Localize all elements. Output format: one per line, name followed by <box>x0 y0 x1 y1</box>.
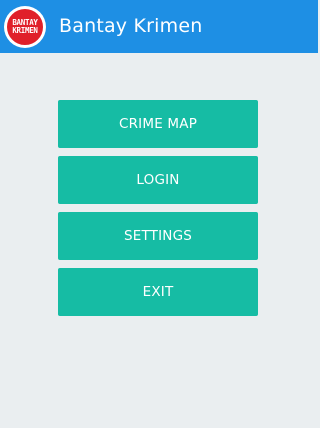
bantay-krimen-logo-icon: BANTAY KRIMEN <box>4 6 46 48</box>
main-menu: CRIME MAP LOGIN SETTINGS EXIT <box>58 100 258 324</box>
login-button[interactable]: LOGIN <box>58 156 258 204</box>
crime-map-button[interactable]: CRIME MAP <box>58 100 258 148</box>
exit-button[interactable]: EXIT <box>58 268 258 316</box>
settings-button[interactable]: SETTINGS <box>58 212 258 260</box>
app-title: Bantay Krimen <box>59 15 203 37</box>
app-bar: BANTAY KRIMEN Bantay Krimen <box>0 0 318 53</box>
logo-text-line2: KRIMEN <box>12 26 38 35</box>
